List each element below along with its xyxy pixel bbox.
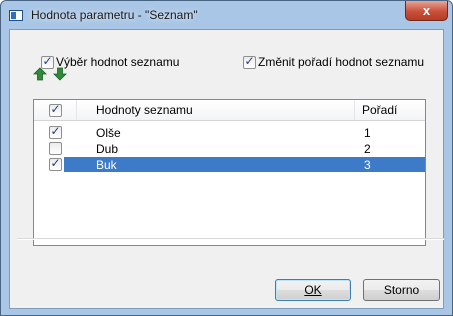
window-title: Hodnota parametru - "Seznam" [31, 8, 198, 22]
list-row[interactable]: Dub 2 [34, 141, 425, 156]
reorder-values-checkbox[interactable] [243, 54, 256, 69]
ok-button[interactable]: OK [275, 279, 351, 301]
title-bar[interactable]: Hodnota parametru - "Seznam" x [1, 1, 452, 27]
row-order: 2 [364, 142, 371, 156]
row-checkbox[interactable] [49, 142, 62, 155]
dialog-window: Hodnota parametru - "Seznam" x Výběr hod… [0, 0, 453, 316]
check-all-checkbox[interactable] [49, 102, 62, 117]
separator-line [17, 238, 444, 240]
close-button[interactable]: x [405, 1, 448, 21]
values-list[interactable]: Hodnoty seznamu Pořadí Olše 1 Dub 2 Buk … [33, 99, 426, 246]
arrow-down-icon[interactable] [53, 67, 67, 81]
select-values-label: Výběr hodnot seznamu [56, 55, 180, 69]
reorder-values-label: Změnit pořadí hodnot seznamu [258, 55, 425, 69]
row-order: 1 [364, 126, 371, 140]
cancel-button[interactable]: Storno [363, 279, 440, 301]
ok-button-label: OK [304, 283, 322, 297]
row-order: 3 [364, 158, 371, 172]
row-checkbox[interactable] [49, 124, 62, 139]
row-value: Olše [96, 126, 121, 140]
column-header-values[interactable]: Hodnoty seznamu [96, 103, 193, 117]
window-icon [9, 10, 23, 21]
list-header: Hodnoty seznamu Pořadí [34, 100, 425, 121]
list-row[interactable]: Buk 3 [34, 156, 425, 172]
list-row[interactable]: Olše 1 [34, 124, 425, 140]
row-checkbox[interactable] [49, 156, 62, 171]
row-value: Dub [96, 142, 119, 156]
row-value: Buk [96, 158, 117, 172]
column-header-order[interactable]: Pořadí [362, 103, 397, 117]
arrow-up-icon[interactable] [33, 67, 47, 81]
